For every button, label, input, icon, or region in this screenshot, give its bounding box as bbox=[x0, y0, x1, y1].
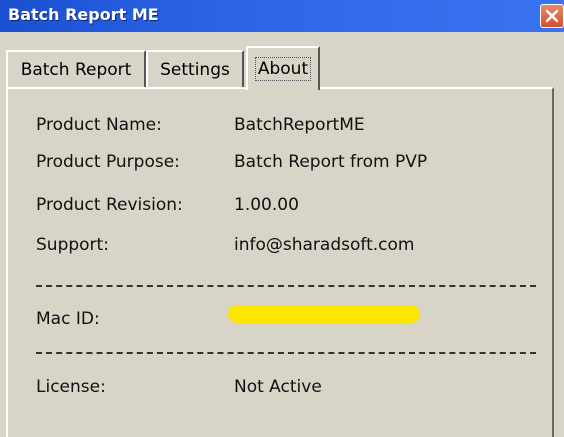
title-bar: Batch Report ME bbox=[0, 0, 564, 32]
tab-settings[interactable]: Settings bbox=[146, 50, 244, 88]
product-name-row: Product Name: BatchReportME bbox=[8, 113, 554, 139]
license-value: Not Active bbox=[234, 377, 322, 397]
product-revision-value: 1.00.00 bbox=[234, 195, 299, 215]
product-purpose-row: Product Purpose: Batch Report from PVP bbox=[8, 150, 554, 176]
mac-id-label: Mac ID: bbox=[36, 309, 100, 329]
product-purpose-value: Batch Report from PVP bbox=[234, 152, 428, 172]
license-label: License: bbox=[36, 377, 106, 397]
tab-about[interactable]: About bbox=[246, 46, 320, 90]
product-revision-row: Product Revision: 1.00.00 bbox=[8, 193, 554, 219]
divider-bottom bbox=[36, 352, 536, 354]
license-row: License: Not Active bbox=[8, 375, 554, 401]
product-purpose-label: Product Purpose: bbox=[36, 152, 180, 172]
divider-top bbox=[36, 285, 536, 287]
window-title: Batch Report ME bbox=[8, 5, 159, 24]
support-row: Support: info@sharadsoft.com bbox=[8, 233, 554, 259]
product-name-label: Product Name: bbox=[36, 115, 162, 135]
tab-label: About bbox=[254, 57, 312, 81]
tab-label: Settings bbox=[160, 60, 230, 80]
product-revision-label: Product Revision: bbox=[36, 195, 183, 215]
support-value: info@sharadsoft.com bbox=[234, 235, 415, 255]
mac-id-row: Mac ID: bbox=[8, 305, 554, 333]
tab-label: Batch Report bbox=[20, 60, 132, 80]
product-name-value: BatchReportME bbox=[234, 115, 365, 135]
close-icon bbox=[545, 9, 559, 23]
about-panel: Product Name: BatchReportME Product Purp… bbox=[6, 87, 554, 437]
tab-batch-report[interactable]: Batch Report bbox=[6, 50, 146, 88]
support-label: Support: bbox=[36, 235, 109, 255]
mac-id-redaction bbox=[228, 305, 420, 323]
close-button[interactable] bbox=[540, 4, 564, 28]
